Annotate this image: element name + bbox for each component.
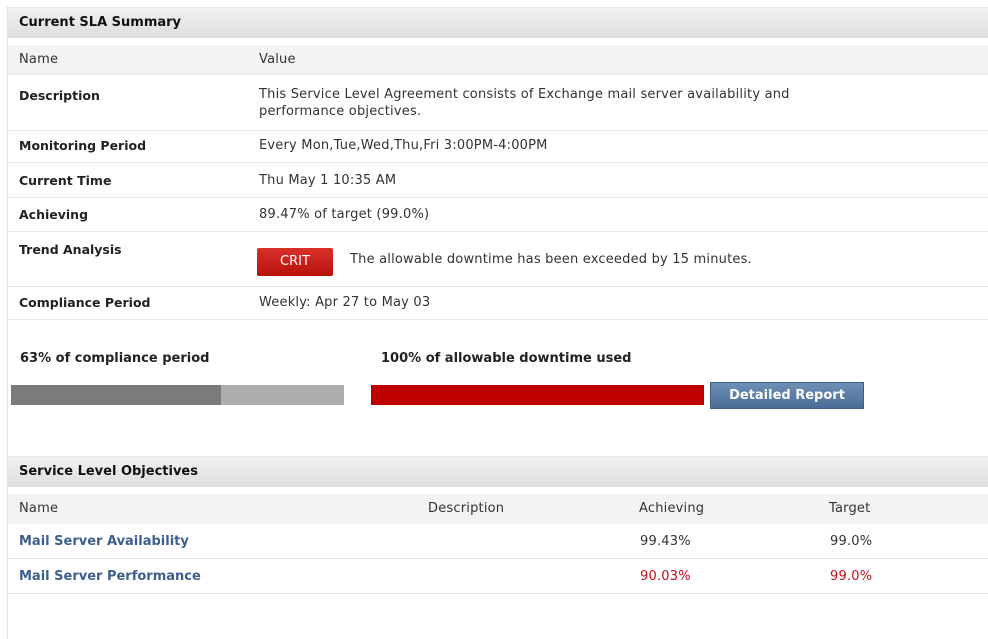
sla-row-achieving: Achieving 89.47% of target (99.0%) [8, 198, 988, 232]
sla-row-label: Compliance Period [19, 295, 151, 310]
slo-col-achieving-header: Achieving [639, 501, 705, 516]
slo-link-mail-server-availability[interactable]: Mail Server Availability [19, 534, 189, 549]
slo-col-target-header: Target [829, 501, 871, 516]
sla-row-value: Weekly: Apr 27 to May 03 [259, 295, 431, 310]
sla-row-value: This Service Level Agreement consists of… [259, 87, 790, 102]
sla-table-header-row: Name Value [8, 45, 988, 75]
downtime-progress-fill [371, 385, 704, 405]
sla-row-compliance-period: Compliance Period Weekly: Apr 27 to May … [8, 287, 988, 320]
downtime-progress-bar [371, 385, 704, 405]
slo-col-name-header: Name [19, 501, 59, 516]
slo-link-mail-server-performance[interactable]: Mail Server Performance [19, 569, 201, 584]
sla-row-label: Current Time [19, 173, 112, 188]
slo-row-mail-server-performance: Mail Server Performance 90.03% 99.0% [8, 559, 988, 594]
sla-row-monitoring-period: Monitoring Period Every Mon,Tue,Wed,Thu,… [8, 131, 988, 163]
slo-achieving-value: 90.03% [640, 569, 691, 584]
slo-target-value: 99.0% [830, 534, 873, 549]
sla-summary-header: Current SLA Summary [8, 7, 988, 38]
sla-row-label: Achieving [19, 207, 89, 222]
sla-col-value-header: Value [259, 52, 296, 67]
sla-row-label: Trend Analysis [19, 242, 122, 257]
compliance-progress-bar [11, 385, 344, 405]
compliance-progress-fill [11, 385, 221, 405]
slo-achieving-value: 99.43% [640, 534, 691, 549]
slo-target-value: 99.0% [830, 569, 873, 584]
sla-row-current-time: Current Time Thu May 1 10:35 AM [8, 164, 988, 198]
sla-summary-title: Current SLA Summary [19, 15, 182, 30]
sla-col-name-header: Name [19, 52, 59, 67]
downtime-progress-label: 100% of allowable downtime used [381, 351, 632, 366]
sla-row-description: Description This Service Level Agreement… [8, 76, 988, 131]
slo-table-header-row: Name Description Achieving Target [8, 494, 988, 524]
sla-row-value: Every Mon,Tue,Wed,Thu,Fri 3:00PM-4:00PM [259, 138, 548, 153]
sla-row-label: Monitoring Period [19, 138, 147, 153]
sla-row-label: Description [19, 88, 100, 103]
slo-col-description-header: Description [428, 501, 505, 516]
sla-row-value: 89.47% of target (99.0%) [259, 207, 430, 222]
sla-row-value: Thu May 1 10:35 AM [259, 173, 397, 188]
slo-title: Service Level Objectives [19, 464, 198, 479]
slo-row-mail-server-availability: Mail Server Availability 99.43% 99.0% [8, 525, 988, 559]
slo-header: Service Level Objectives [8, 456, 988, 487]
crit-status-badge: CRIT [257, 248, 333, 276]
trend-analysis-text: The allowable downtime has been exceeded… [350, 252, 752, 267]
compliance-progress-label: 63% of compliance period [20, 351, 210, 366]
sla-row-value-line2: performance objectives. [259, 104, 422, 119]
detailed-report-button[interactable]: Detailed Report [710, 382, 864, 409]
